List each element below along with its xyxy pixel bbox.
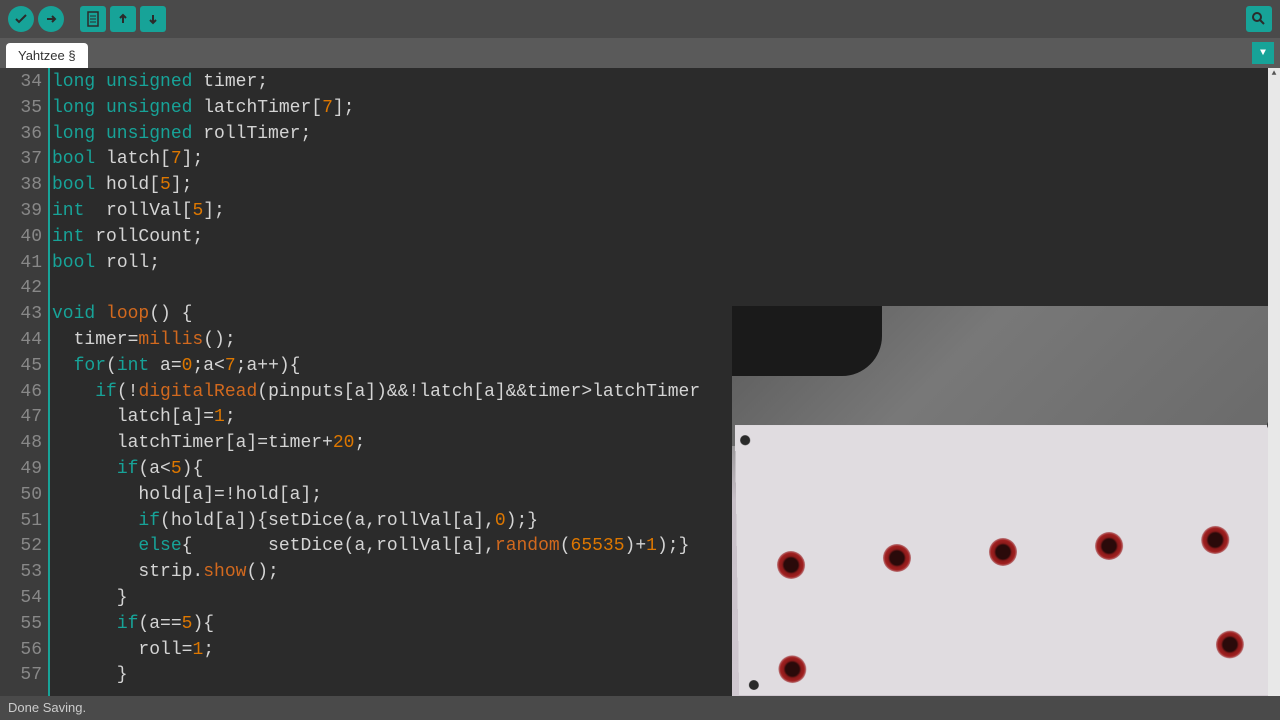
code-line[interactable]: bool hold[5]; bbox=[52, 173, 1280, 199]
open-file-button[interactable] bbox=[110, 6, 136, 32]
code-line[interactable]: bool roll; bbox=[52, 251, 1280, 277]
toolbar bbox=[0, 0, 1280, 38]
verify-button[interactable] bbox=[8, 6, 34, 32]
code-line[interactable]: int rollVal[5]; bbox=[52, 199, 1280, 225]
serial-monitor-button[interactable] bbox=[1246, 6, 1272, 32]
code-line[interactable]: long unsigned timer; bbox=[52, 70, 1280, 96]
code-line[interactable]: bool latch[7]; bbox=[52, 147, 1280, 173]
status-bar: Done Saving. bbox=[0, 696, 1280, 720]
save-file-button[interactable] bbox=[140, 6, 166, 32]
tab-dropdown-button[interactable]: ▼ bbox=[1252, 42, 1274, 64]
code-line[interactable]: int rollCount; bbox=[52, 225, 1280, 251]
new-file-button[interactable] bbox=[80, 6, 106, 32]
upload-button[interactable] bbox=[38, 6, 64, 32]
code-line[interactable]: long unsigned latchTimer[7]; bbox=[52, 96, 1280, 122]
scroll-up-icon[interactable]: ▲ bbox=[1268, 68, 1280, 80]
webcam-overlay bbox=[732, 306, 1280, 696]
code-line[interactable] bbox=[52, 276, 1280, 302]
tab-bar: Yahtzee § ▼ bbox=[0, 38, 1280, 68]
code-line[interactable]: long unsigned rollTimer; bbox=[52, 122, 1280, 148]
tab-active[interactable]: Yahtzee § bbox=[6, 43, 88, 68]
vertical-scrollbar[interactable]: ▲ bbox=[1268, 68, 1280, 696]
hardware-panel bbox=[735, 425, 1280, 695]
line-number-gutter: 3435363738394041424344454647484950515253… bbox=[0, 68, 50, 696]
editor-area: 3435363738394041424344454647484950515253… bbox=[0, 68, 1280, 696]
status-message: Done Saving. bbox=[8, 700, 86, 715]
